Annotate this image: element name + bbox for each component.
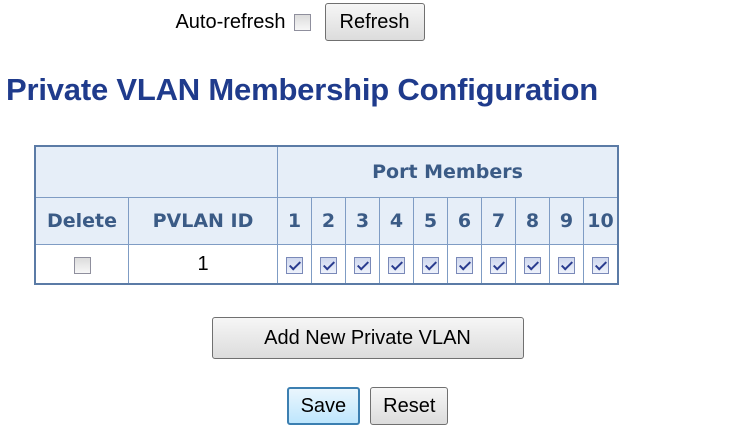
port-member-cell	[481, 244, 516, 285]
port-header-6: 6	[447, 197, 482, 245]
port-member-cell	[413, 244, 448, 285]
port-member-cell	[311, 244, 346, 285]
add-row: Add New Private VLAN	[0, 317, 735, 359]
port-member-checkbox-6[interactable]	[456, 256, 473, 274]
port-header-1: 1	[277, 197, 312, 245]
port-member-checkbox-10[interactable]	[592, 256, 609, 274]
pvlan-membership-table: Port Members Delete PVLAN ID 1 2 3 4 5 6 7 8 9 10…	[34, 145, 619, 285]
port-header-10: 10	[583, 197, 619, 245]
port-member-cell	[447, 244, 482, 285]
pvlan-id-value: 1	[128, 244, 278, 285]
port-member-cell	[277, 244, 312, 285]
delete-cell	[34, 244, 129, 285]
port-header-3: 3	[345, 197, 380, 245]
delete-column-header: Delete	[34, 197, 129, 245]
port-member-cell	[515, 244, 550, 285]
pvlan-id-column-header: PVLAN ID	[128, 197, 278, 245]
port-header-4: 4	[379, 197, 414, 245]
port-member-checkbox-1[interactable]	[286, 256, 303, 274]
port-member-cell	[583, 244, 619, 285]
refresh-button[interactable]: Refresh	[324, 3, 425, 41]
form-actions: Save Reset	[0, 387, 735, 425]
port-header-7: 7	[481, 197, 516, 245]
port-header-5: 5	[413, 197, 448, 245]
port-header-8: 8	[515, 197, 550, 245]
port-member-checkbox-2[interactable]	[320, 256, 337, 274]
table-row: 1	[34, 244, 619, 285]
add-new-private-vlan-button[interactable]: Add New Private VLAN	[211, 317, 524, 359]
port-member-checkbox-5[interactable]	[422, 256, 439, 274]
auto-refresh-checkbox[interactable]	[293, 13, 311, 31]
port-member-checkbox-3[interactable]	[354, 256, 371, 274]
port-member-checkbox-4[interactable]	[388, 256, 405, 274]
page-title: Private VLAN Membership Configuration	[6, 72, 598, 107]
port-member-cell	[549, 244, 584, 285]
auto-refresh-label: Auto-refresh	[175, 10, 286, 33]
empty-header-cell	[34, 145, 278, 198]
port-member-cell	[345, 244, 380, 285]
port-member-checkbox-8[interactable]	[524, 256, 541, 274]
delete-checkbox[interactable]	[73, 256, 91, 274]
port-member-checkbox-7[interactable]	[490, 256, 507, 274]
port-member-cell	[379, 244, 414, 285]
reset-button[interactable]: Reset	[370, 387, 449, 425]
save-button[interactable]: Save	[286, 387, 361, 425]
refresh-bar: Auto-refresh Refresh	[0, 2, 600, 42]
port-header-9: 9	[549, 197, 584, 245]
port-header-2: 2	[311, 197, 346, 245]
port-members-header: Port Members	[277, 145, 619, 198]
port-member-checkbox-9[interactable]	[558, 256, 575, 274]
